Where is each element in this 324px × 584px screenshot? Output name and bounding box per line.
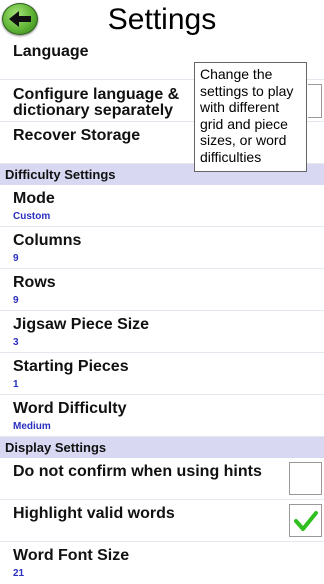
columns-label: Columns: [13, 232, 82, 249]
configure-checkbox[interactable]: [308, 84, 322, 118]
highlight-words-checkbox[interactable]: [289, 504, 322, 537]
recover-storage-label: Recover Storage: [13, 127, 141, 144]
word-font-size-value: 21: [13, 568, 25, 579]
word-font-size-label: Word Font Size: [13, 547, 130, 564]
highlight-words-label: Highlight valid words: [13, 505, 175, 522]
word-difficulty-label: Word Difficulty: [13, 400, 127, 417]
mode-setting[interactable]: Mode Custom: [0, 185, 324, 227]
highlight-words-setting[interactable]: Highlight valid words: [0, 500, 324, 542]
rows-value: 9: [13, 295, 19, 306]
word-difficulty-setting[interactable]: Word Difficulty Medium: [0, 395, 324, 437]
columns-setting[interactable]: Columns 9: [0, 227, 324, 269]
header-bar: Settings: [0, 0, 324, 40]
hints-confirm-setting[interactable]: Do not confirm when using hints: [0, 458, 324, 500]
difficulty-section-title: Difficulty Settings: [5, 167, 116, 182]
mode-label: Mode: [13, 190, 55, 207]
configure-label-line2: dictionary separately: [13, 102, 174, 119]
hints-confirm-checkbox[interactable]: [289, 462, 322, 495]
rows-label: Rows: [13, 274, 56, 291]
jigsaw-piece-size-setting[interactable]: Jigsaw Piece Size 3: [0, 311, 324, 353]
help-tooltip: Change the settings to play with differe…: [194, 62, 307, 172]
hints-confirm-label: Do not confirm when using hints: [13, 463, 262, 480]
word-difficulty-value: Medium: [13, 421, 51, 432]
starting-pieces-setting[interactable]: Starting Pieces 1: [0, 353, 324, 395]
display-section-header: Display Settings: [0, 437, 324, 458]
rows-setting[interactable]: Rows 9: [0, 269, 324, 311]
word-font-size-setting[interactable]: Word Font Size 21: [0, 542, 324, 584]
columns-value: 9: [13, 253, 19, 264]
mode-value: Custom: [13, 211, 51, 222]
configure-label-line1: Configure language &: [13, 86, 180, 103]
checkmark-icon: [294, 511, 318, 531]
tooltip-text: Change the settings to play with differe…: [200, 66, 294, 165]
page-title: Settings: [107, 3, 217, 36]
jigsaw-piece-size-label: Jigsaw Piece Size: [13, 316, 150, 333]
starting-pieces-label: Starting Pieces: [13, 358, 129, 375]
starting-pieces-value: 1: [13, 379, 19, 390]
language-label: Language: [13, 43, 89, 60]
jigsaw-piece-size-value: 3: [13, 337, 19, 348]
display-section-title: Display Settings: [5, 440, 107, 455]
